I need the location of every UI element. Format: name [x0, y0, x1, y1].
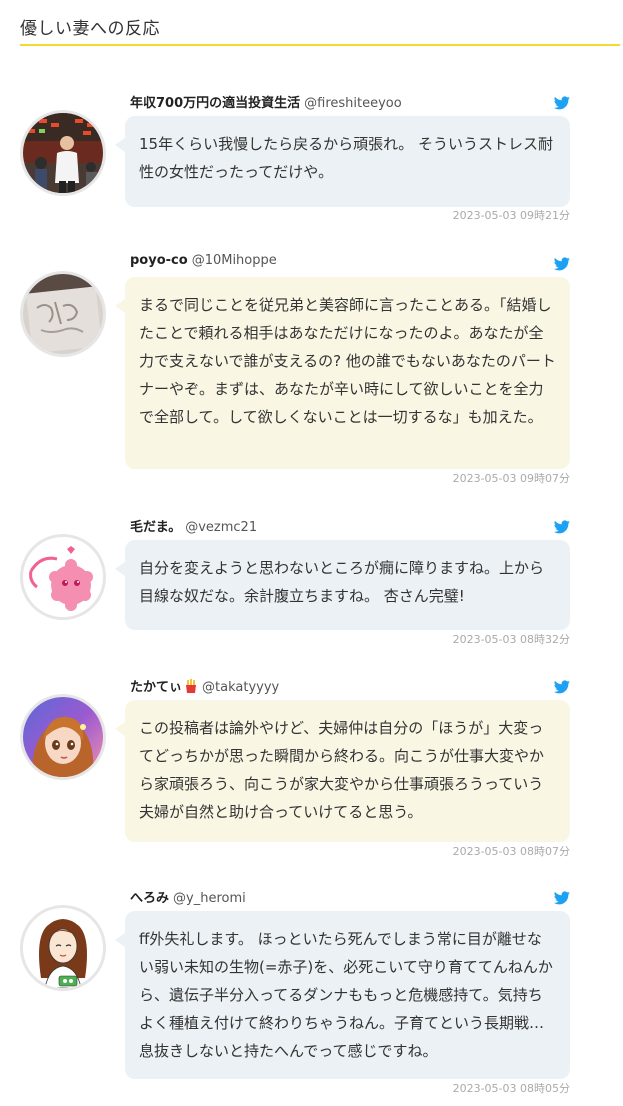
illustrated-woman-avatar-icon[interactable]: [20, 905, 106, 991]
tweet-bubble: この投稿者は論外やけど、夫婦仲は自分の「ほうが」大変ってどっちかが思った瞬間から…: [115, 700, 570, 842]
anime-girl-avatar-icon[interactable]: [20, 694, 106, 780]
section-header: 優しい妻への反応: [20, 0, 620, 46]
fries-emoji-icon: [184, 679, 198, 693]
user-name[interactable]: poyo-co: [130, 253, 188, 268]
twitter-bird-icon[interactable]: [554, 96, 570, 110]
page-title: 優しい妻への反応: [20, 19, 160, 39]
user-handle[interactable]: @y_heromi: [173, 891, 246, 906]
twitter-bird-icon[interactable]: [554, 891, 570, 905]
user-name[interactable]: へろみ: [130, 891, 169, 906]
tweet-author[interactable]: へろみ @y_heromi: [130, 887, 246, 906]
photo-avatar-man-icon[interactable]: [20, 110, 106, 196]
tweet-text: 自分を変えようと思わないところが癇に障りますね。上から目線な奴だな。余計腹立ちま…: [139, 559, 545, 605]
tweet-timestamp[interactable]: 2023-05-03 08時07分: [453, 843, 570, 859]
tweet-bubble: まるで同じことを従兄弟と美容師に言ったことある。「結婚したことで頼れる相手はあな…: [115, 277, 570, 469]
user-handle[interactable]: @takatyyyy: [202, 680, 279, 695]
twitter-bird-icon[interactable]: [554, 680, 570, 694]
tweet-author[interactable]: たかてぃ @takatyyyy: [130, 676, 279, 695]
user-name[interactable]: たかてぃ: [130, 680, 182, 695]
tweet-timestamp[interactable]: 2023-05-03 09時21分: [453, 207, 570, 223]
user-name[interactable]: 毛だま。: [130, 520, 181, 535]
twitter-bird-icon[interactable]: [554, 520, 570, 534]
tweet-text: 15年くらい我慢したら戻るから頑張れ。 そういうストレス耐性の女性だったってだけ…: [139, 135, 554, 181]
tweet-timestamp[interactable]: 2023-05-03 08時32分: [453, 631, 570, 647]
user-name[interactable]: 年収700万円の適当投資生活: [130, 96, 300, 111]
twitter-bird-icon[interactable]: [554, 257, 570, 271]
user-handle[interactable]: @10Mihoppe: [192, 253, 277, 268]
tweet-timestamp[interactable]: 2023-05-03 08時05分: [453, 1080, 570, 1096]
tweet-author[interactable]: 年収700万円の適当投資生活 @fireshiteeyoo: [130, 92, 402, 111]
pink-fluff-avatar-icon[interactable]: [20, 534, 106, 620]
tweet-text: まるで同じことを従兄弟と美容師に言ったことある。「結婚したことで頼れる相手はあな…: [139, 296, 556, 426]
tweet-text: ff外失礼します。 ほっといたら死んでしまう常に目が離せない弱い未知の生物(=赤…: [139, 930, 553, 1060]
tweet-timestamp[interactable]: 2023-05-03 09時07分: [453, 470, 570, 486]
tweet-text: この投稿者は論外やけど、夫婦仲は自分の「ほうが」大変ってどっちかが思った瞬間から…: [139, 719, 545, 821]
user-handle[interactable]: @vezmc21: [185, 520, 257, 535]
sketch-avatar-icon[interactable]: [20, 271, 106, 357]
tweet-bubble: 自分を変えようと思わないところが癇に障りますね。上から目線な奴だな。余計腹立ちま…: [115, 540, 570, 630]
user-handle[interactable]: @fireshiteeyoo: [304, 96, 402, 111]
tweet-author[interactable]: 毛だま。 @vezmc21: [130, 516, 257, 535]
tweet-bubble: 15年くらい我慢したら戻るから頑張れ。 そういうストレス耐性の女性だったってだけ…: [115, 116, 570, 207]
tweet-bubble: ff外失礼します。 ほっといたら死んでしまう常に目が離せない弱い未知の生物(=赤…: [115, 911, 570, 1079]
tweet-author[interactable]: poyo-co @10Mihoppe: [130, 253, 277, 268]
